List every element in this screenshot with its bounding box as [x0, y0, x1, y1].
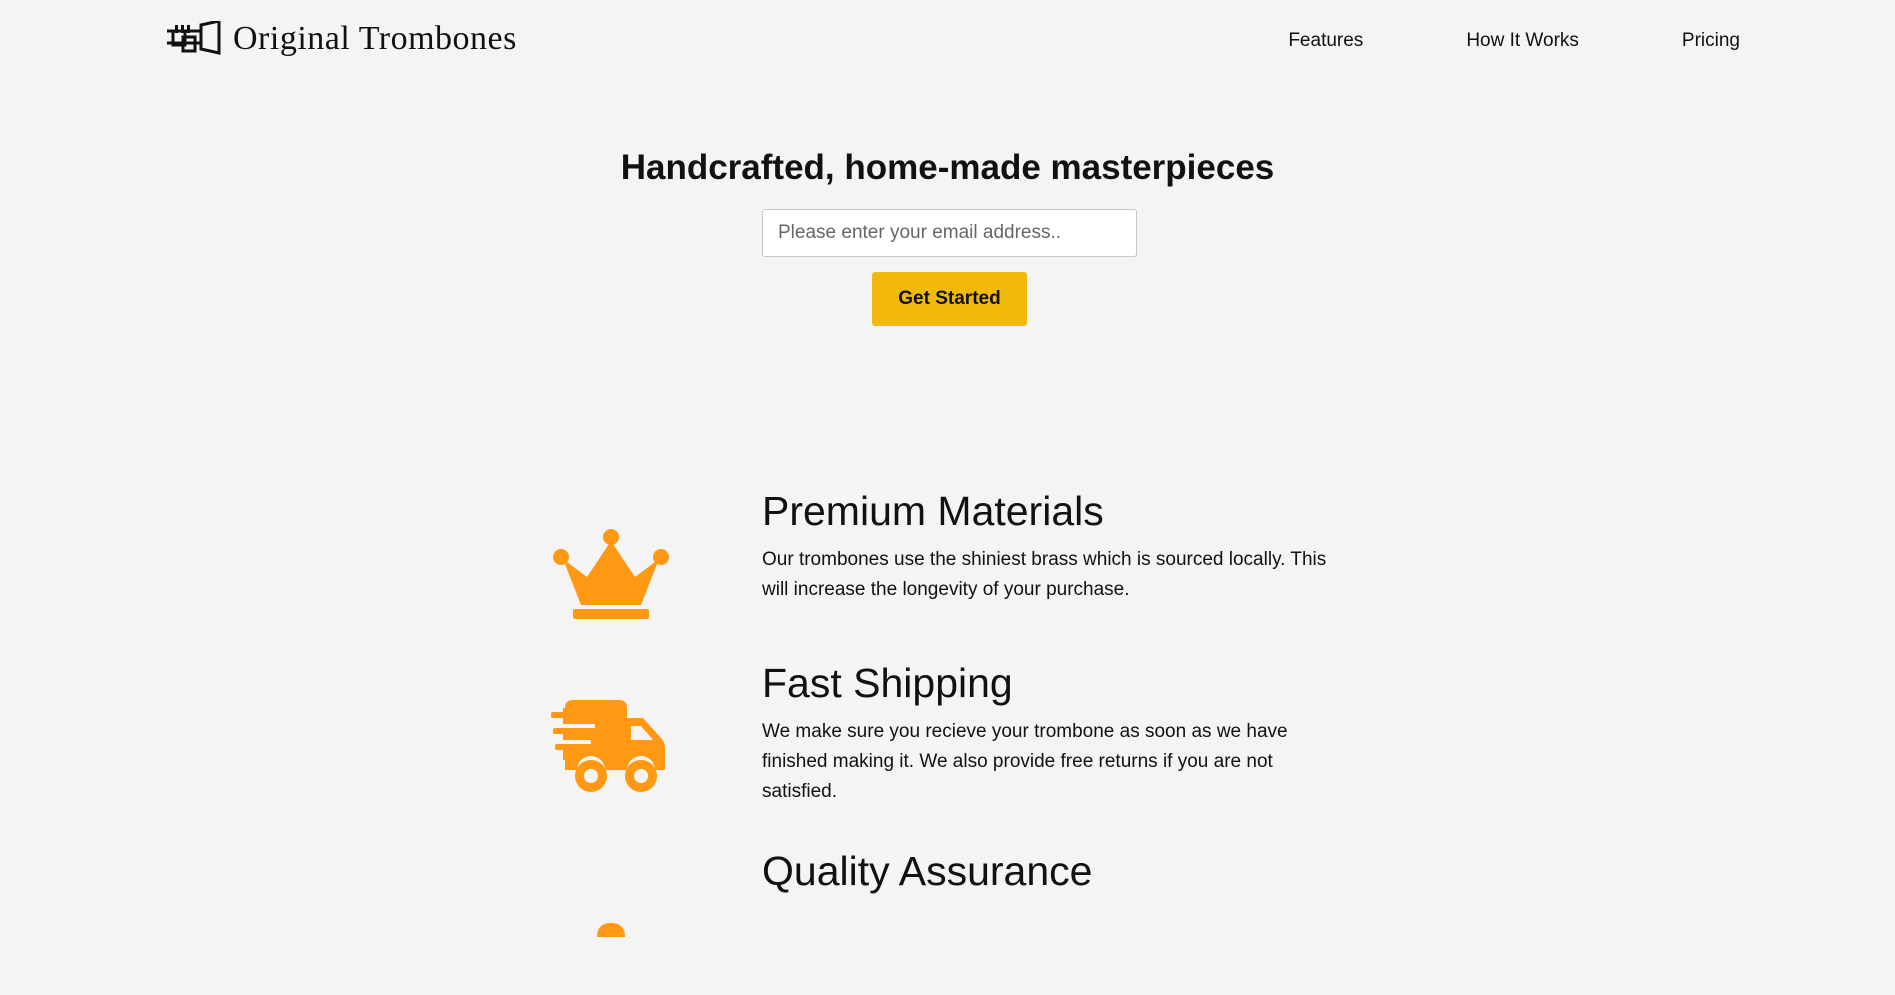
feature-description: We make sure you recieve your trombone a…: [762, 721, 1288, 802]
trombone-icon: [165, 21, 221, 57]
nav-link-features[interactable]: Features: [1288, 30, 1363, 52]
shipping-truck-icon: [540, 687, 682, 807]
email-input[interactable]: [762, 209, 1137, 257]
get-started-button[interactable]: Get Started: [872, 272, 1027, 326]
feature-body: Quality Assurance: [762, 845, 1352, 897]
site-header: Original Trombones Features How It Works…: [0, 0, 1895, 90]
crown-icon: [540, 515, 682, 635]
main-nav: Features How It Works Pricing: [1288, 30, 1740, 52]
feature-title: Premium Materials: [762, 488, 1104, 534]
feature-body: Fast Shipping We make sure you recieve y…: [762, 657, 1352, 807]
nav-link-how-it-works[interactable]: How It Works: [1466, 30, 1579, 52]
brand-name: Original Trombones: [233, 20, 517, 57]
feature-title: Quality Assurance: [762, 848, 1093, 894]
brand-logo[interactable]: Original Trombones: [165, 20, 517, 58]
nav-link-pricing[interactable]: Pricing: [1682, 30, 1740, 52]
feature-description: Our trombones use the shiniest brass whi…: [762, 549, 1327, 600]
feature-title: Fast Shipping: [762, 660, 1013, 706]
feature-body: Premium Materials Our trombones use the …: [762, 485, 1352, 605]
hero-section: Handcrafted, home-made masterpieces Get …: [0, 145, 1895, 326]
quality-assurance-icon: [540, 875, 682, 995]
hero-title: Handcrafted, home-made masterpieces: [620, 148, 1275, 187]
